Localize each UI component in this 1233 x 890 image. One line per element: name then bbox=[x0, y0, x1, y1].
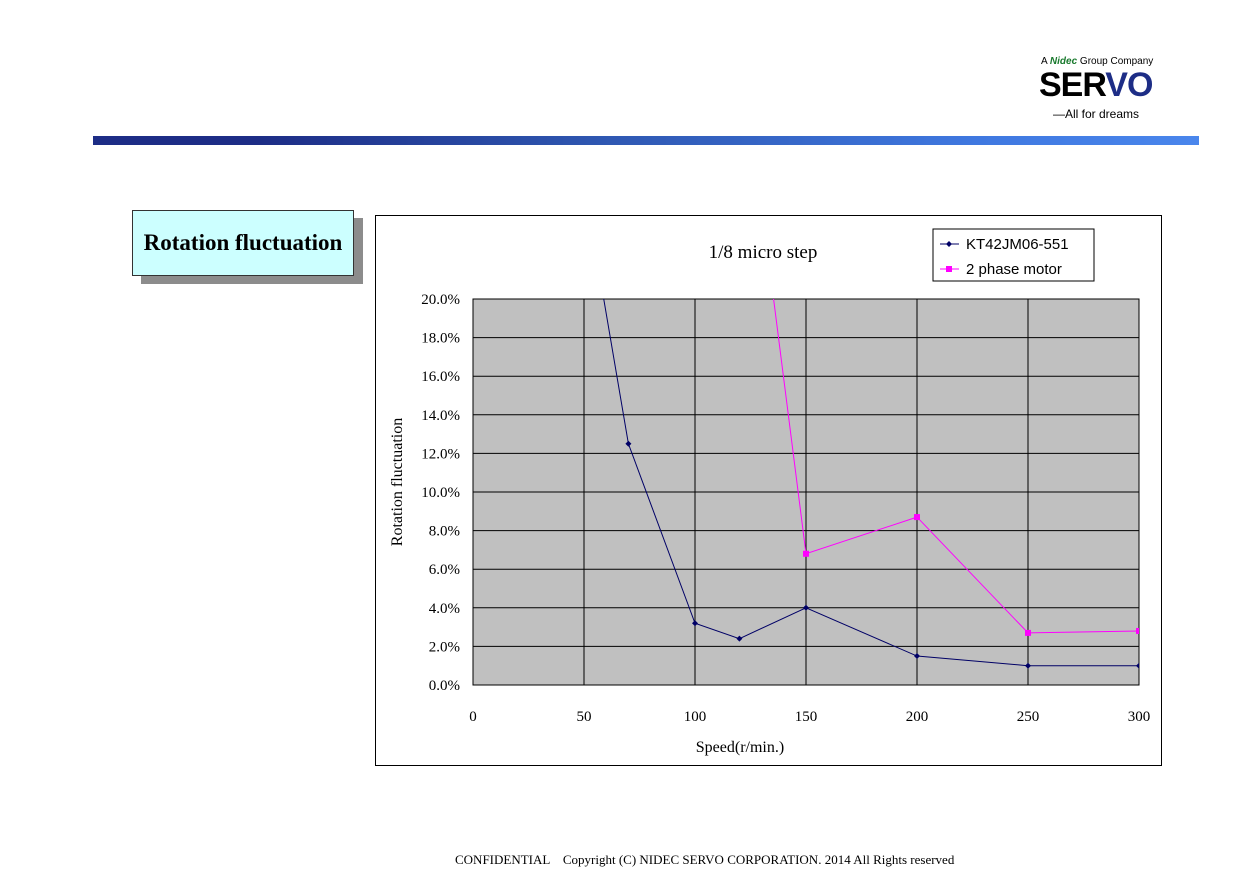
chart-title: 1/8 micro step bbox=[709, 242, 818, 263]
chart-frame: 0 50 100 150 200 250 300 0.0% 2.0% 4.0% 6.0% 8.0% 10… bbox=[375, 215, 1162, 766]
logo-brand: SERVO bbox=[1039, 66, 1153, 104]
legend-marker bbox=[946, 266, 952, 272]
x-tick-label: 50 bbox=[577, 709, 592, 725]
y-tick-label: 6.0% bbox=[429, 562, 460, 578]
legend-label: 2 phase motor bbox=[966, 261, 1062, 278]
y-tick-label: 0.0% bbox=[429, 678, 460, 694]
x-tick-label: 150 bbox=[795, 709, 818, 725]
y-tick-label: 8.0% bbox=[429, 524, 460, 540]
y-tick-label: 10.0% bbox=[421, 485, 460, 501]
chart-svg: 0 50 100 150 200 250 300 0.0% 2.0% 4.0% 6.0% 8.0% 10… bbox=[389, 228, 1151, 756]
section-title-box: Rotation fluctuation bbox=[132, 210, 354, 276]
section-title: Rotation fluctuation bbox=[143, 230, 343, 255]
y-tick-label: 20.0% bbox=[421, 292, 460, 308]
y-tick-label: 2.0% bbox=[429, 639, 460, 655]
company-logo: A Nidec Group Company SERVO —All for dre… bbox=[1035, 56, 1180, 122]
y-tick-label: 4.0% bbox=[429, 601, 460, 617]
legend-label: KT42JM06-551 bbox=[966, 236, 1069, 253]
footer-copyright: CONFIDENTIAL Copyright (C) NIDEC SERVO C… bbox=[455, 852, 955, 867]
x-tick-label: 100 bbox=[684, 709, 707, 725]
data-point bbox=[1025, 629, 1031, 636]
x-tick-label: 0 bbox=[469, 709, 477, 725]
y-tick-label: 18.0% bbox=[421, 331, 460, 347]
y-tick-label: 14.0% bbox=[421, 408, 460, 424]
data-point bbox=[914, 514, 920, 521]
x-tick-label: 200 bbox=[906, 709, 929, 725]
x-tick-label: 250 bbox=[1017, 709, 1040, 725]
header-divider-bar bbox=[93, 136, 1199, 145]
y-tick-label: 16.0% bbox=[421, 369, 460, 385]
y-tick-label: 12.0% bbox=[421, 446, 460, 462]
logo-slogan: —All for dreams bbox=[1053, 107, 1140, 121]
x-axis-label: Speed(r/min.) bbox=[696, 739, 784, 756]
x-tick-label: 300 bbox=[1128, 709, 1151, 725]
data-point bbox=[803, 550, 809, 557]
y-axis-label: Rotation fluctuation bbox=[389, 418, 406, 546]
data-point bbox=[1136, 627, 1139, 634]
